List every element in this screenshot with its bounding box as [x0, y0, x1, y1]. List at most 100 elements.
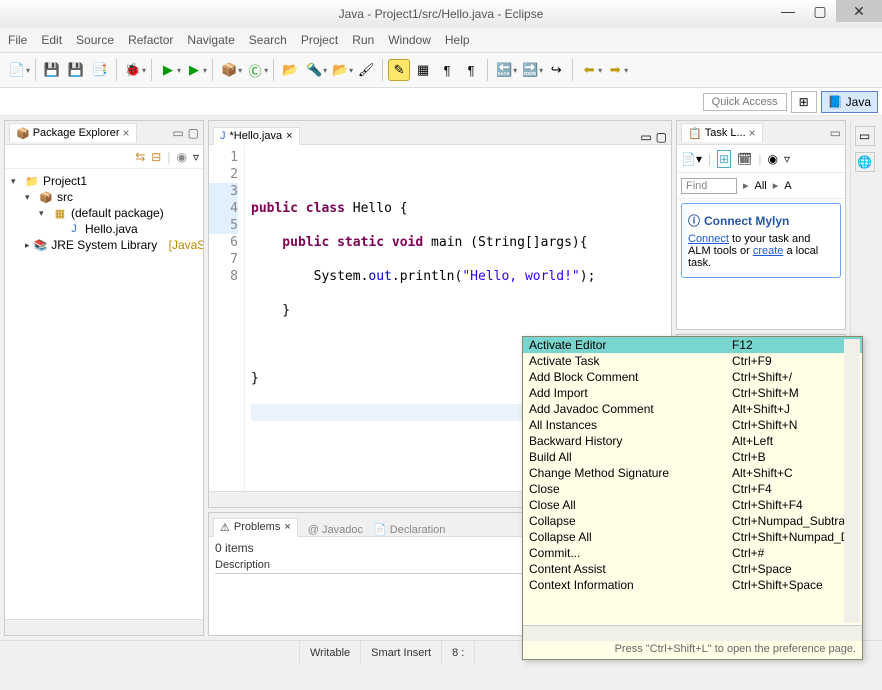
- close-icon[interactable]: ×: [284, 521, 290, 534]
- connect-link[interactable]: Connect: [688, 233, 729, 245]
- minimize-button[interactable]: —: [772, 0, 804, 22]
- categorize-icon[interactable]: ⊞: [717, 150, 731, 168]
- new-task-icon[interactable]: 📄▾: [681, 152, 702, 166]
- focus-task-icon[interactable]: ◉: [176, 150, 186, 164]
- forward-icon[interactable]: ➡: [604, 59, 626, 81]
- keybinding-row[interactable]: CloseCtrl+F4: [523, 481, 862, 497]
- find-input[interactable]: Find: [681, 178, 737, 194]
- close-icon[interactable]: ×: [286, 130, 292, 142]
- keybinding-row[interactable]: Activate TaskCtrl+F9: [523, 353, 862, 369]
- minimize-view-icon[interactable]: ▭: [172, 126, 183, 140]
- menu-window[interactable]: Window: [388, 33, 431, 47]
- new-class-icon[interactable]: Ⓒ: [244, 59, 266, 81]
- task-list-tab[interactable]: 📋Task L...×: [681, 123, 763, 142]
- menu-refactor[interactable]: Refactor: [128, 33, 173, 47]
- word-wrap-icon[interactable]: ¶: [460, 59, 482, 81]
- keybindings-popup: Activate EditorF12Activate TaskCtrl+F9Ad…: [522, 336, 863, 660]
- open-task-icon[interactable]: 📂: [329, 59, 351, 81]
- keybinding-row[interactable]: Context InformationCtrl+Shift+Space: [523, 577, 862, 593]
- keybinding-row[interactable]: Backward HistoryAlt+Left: [523, 433, 862, 449]
- close-button[interactable]: ✕: [836, 0, 882, 22]
- keybinding-row[interactable]: Content AssistCtrl+Space: [523, 561, 862, 577]
- tree-jre[interactable]: JRE System Library: [51, 238, 157, 252]
- keybinding-row[interactable]: Change Method SignatureAlt+Shift+C: [523, 465, 862, 481]
- view-menu-icon[interactable]: ▿: [784, 152, 790, 166]
- keybinding-row[interactable]: Add Javadoc CommentAlt+Shift+J: [523, 401, 862, 417]
- menu-source[interactable]: Source: [76, 33, 114, 47]
- show-whitespace-icon[interactable]: ¶: [436, 59, 458, 81]
- maximize-view-icon[interactable]: ▢: [656, 130, 667, 144]
- toggle-mark-icon[interactable]: ✎: [388, 59, 410, 81]
- open-perspective-icon[interactable]: ⊞: [791, 91, 817, 113]
- menu-edit[interactable]: Edit: [41, 33, 62, 47]
- save-all-icon[interactable]: 💾: [65, 59, 87, 81]
- new-icon[interactable]: 📄: [6, 59, 28, 81]
- maximize-view-icon[interactable]: ▢: [188, 126, 199, 140]
- annotation-next-icon[interactable]: 🔜: [519, 59, 541, 81]
- menu-navigate[interactable]: Navigate: [187, 33, 234, 47]
- minimize-view-icon[interactable]: ▭: [640, 130, 651, 144]
- close-icon[interactable]: ×: [123, 126, 130, 140]
- keybinding-row[interactable]: All InstancesCtrl+Shift+N: [523, 417, 862, 433]
- view-menu-icon[interactable]: ▿: [193, 150, 199, 164]
- keybinding-row[interactable]: Add Block CommentCtrl+Shift+/: [523, 369, 862, 385]
- package-tree[interactable]: ▾📁Project1 ▾📦src ▾▦(default package) JHe…: [5, 169, 203, 619]
- keybinding-row[interactable]: Build AllCtrl+B: [523, 449, 862, 465]
- close-icon[interactable]: ×: [749, 126, 756, 140]
- open-type-icon[interactable]: 📂: [279, 59, 301, 81]
- back-icon[interactable]: ⬅: [578, 59, 600, 81]
- keybinding-row[interactable]: Commit...Ctrl+#: [523, 545, 862, 561]
- outline-trim-icon[interactable]: 🌐: [855, 152, 875, 172]
- tree-src[interactable]: src: [57, 190, 73, 204]
- restore-icon[interactable]: ▭: [855, 126, 875, 146]
- annotation-prev-icon[interactable]: 🔙: [493, 59, 515, 81]
- keybinding-row[interactable]: Collapse AllCtrl+Shift+Numpad_D: [523, 529, 862, 545]
- editor-tab-hello[interactable]: J *Hello.java ×: [213, 127, 300, 145]
- filter-all[interactable]: All: [755, 180, 767, 192]
- keybinding-row[interactable]: Close AllCtrl+Shift+F4: [523, 497, 862, 513]
- keybinding-row[interactable]: Add ImportCtrl+Shift+M: [523, 385, 862, 401]
- quick-access-input[interactable]: Quick Access: [703, 93, 787, 111]
- java-perspective-button[interactable]: 📘 Java: [821, 91, 878, 113]
- menubar: File Edit Source Refactor Navigate Searc…: [0, 28, 882, 52]
- tree-project[interactable]: Project1: [43, 174, 87, 188]
- keybinding-row[interactable]: CollapseCtrl+Numpad_Subtrac: [523, 513, 862, 529]
- create-link[interactable]: create: [753, 245, 784, 257]
- new-package-icon[interactable]: 📦: [218, 59, 240, 81]
- problems-tab[interactable]: ⚠Problems×: [213, 518, 298, 537]
- tree-hello-java[interactable]: Hello.java: [85, 222, 138, 236]
- declaration-tab[interactable]: 📄 Declaration: [373, 523, 445, 536]
- last-edit-icon[interactable]: ↪: [545, 59, 567, 81]
- package-explorer-view: 📦 Package Explorer × ▭ ▢ ⇆ ⊟ | ◉ ▿ ▾📁Pro…: [4, 120, 204, 636]
- block-select-icon[interactable]: ▦: [412, 59, 434, 81]
- maximize-button[interactable]: ▢: [804, 0, 836, 22]
- debug-icon[interactable]: 🐞: [122, 59, 144, 81]
- package-explorer-tab[interactable]: 📦 Package Explorer ×: [9, 123, 137, 142]
- vertical-scrollbar[interactable]: [844, 339, 860, 623]
- menu-file[interactable]: File: [8, 33, 27, 47]
- keybindings-list[interactable]: Activate EditorF12Activate TaskCtrl+F9Ad…: [523, 337, 862, 625]
- run-icon[interactable]: ▶: [157, 59, 179, 81]
- schedule-icon[interactable]: 🗓: [737, 152, 752, 166]
- save-icon[interactable]: 💾: [41, 59, 63, 81]
- menu-project[interactable]: Project: [301, 33, 338, 47]
- filter-icon[interactable]: 🖌: [355, 59, 377, 81]
- titlebar: Java - Project1/src/Hello.java - Eclipse…: [0, 0, 882, 28]
- run-last-icon[interactable]: ▶: [183, 59, 205, 81]
- javadoc-tab[interactable]: @ Javadoc: [308, 524, 363, 536]
- filter-a[interactable]: A: [784, 180, 791, 192]
- menu-search[interactable]: Search: [249, 33, 287, 47]
- horizontal-scrollbar[interactable]: [523, 625, 862, 641]
- link-editor-icon[interactable]: ⊟: [151, 150, 161, 164]
- tree-default-package[interactable]: (default package): [71, 206, 164, 220]
- menu-run[interactable]: Run: [352, 33, 374, 47]
- minimize-view-icon[interactable]: ▭: [830, 126, 841, 140]
- search-icon[interactable]: 🔦: [303, 59, 325, 81]
- collapse-all-icon[interactable]: ⇆: [135, 150, 145, 164]
- keybinding-row[interactable]: Activate EditorF12: [523, 337, 862, 353]
- print-icon[interactable]: 📑: [89, 59, 111, 81]
- java-perspective-label: Java: [846, 95, 871, 109]
- menu-help[interactable]: Help: [445, 33, 470, 47]
- focus-icon[interactable]: ◉: [768, 152, 778, 166]
- horizontal-scrollbar[interactable]: [5, 619, 203, 635]
